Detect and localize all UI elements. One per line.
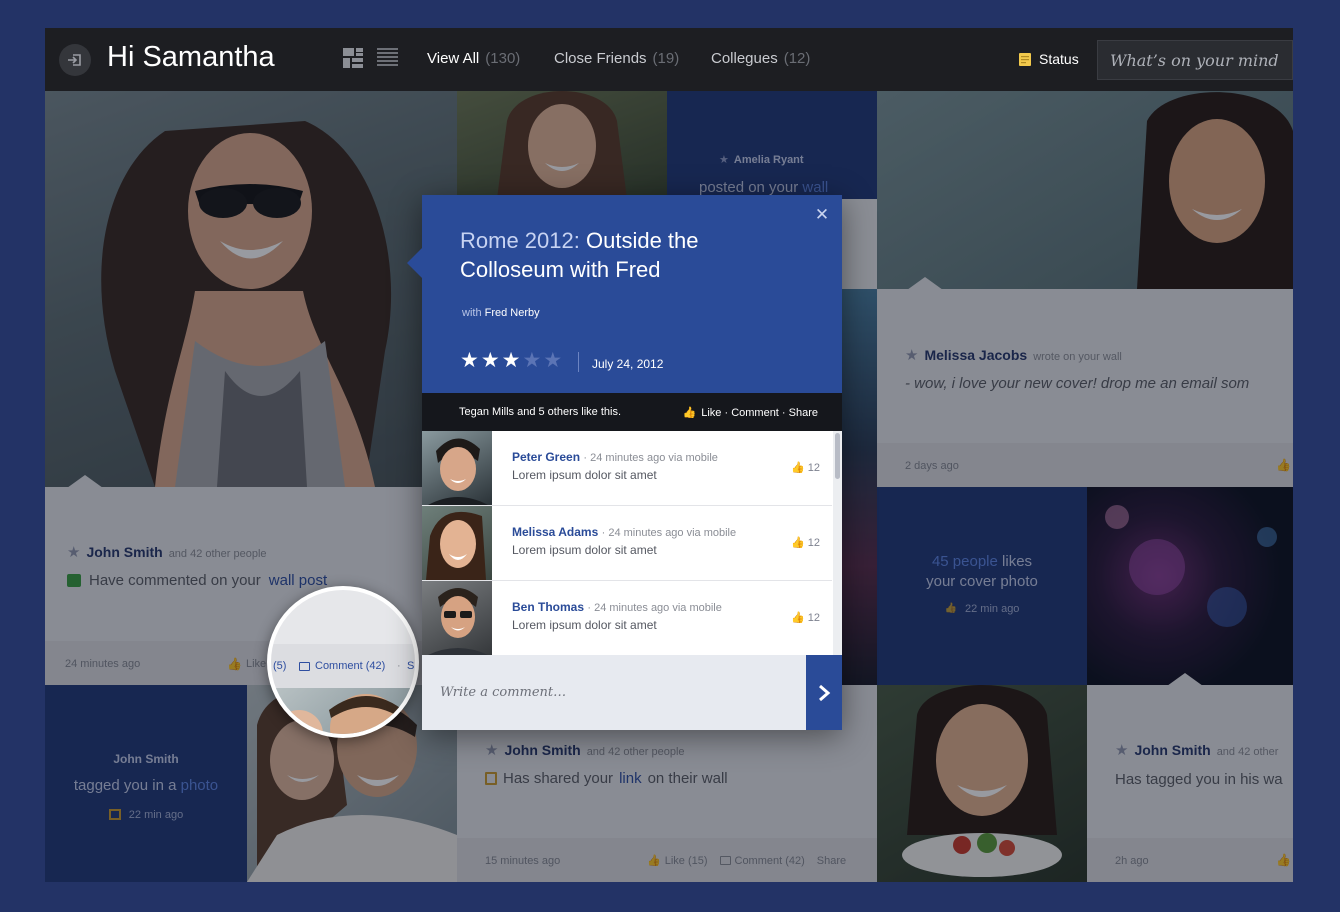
greeting-title: Hi Samantha bbox=[107, 41, 275, 73]
lens-footer: (5) Comment (42) · Sh bbox=[271, 644, 415, 688]
star-empty-icon[interactable]: ★ bbox=[543, 350, 562, 372]
app-window: Hi Samantha View All (130) Close Friends (… bbox=[45, 28, 1293, 882]
with-label: with bbox=[462, 307, 482, 319]
scrollbar-thumb[interactable] bbox=[835, 433, 840, 479]
grid-view-icon[interactable] bbox=[343, 48, 363, 68]
tab-view-all[interactable]: View All (130) bbox=[427, 50, 520, 67]
lens-like-count: (5) bbox=[273, 660, 287, 672]
comment-item: Peter Green · 24 minutes ago via mobile … bbox=[422, 431, 832, 506]
likes-bar: Tegan Mills and 5 others like this. 👍 Li… bbox=[422, 393, 842, 431]
comments-list: Peter Green · 24 minutes ago via mobile … bbox=[422, 431, 842, 655]
comment-header: Melissa Adams · 24 minutes ago via mobil… bbox=[512, 525, 736, 539]
logout-icon bbox=[68, 54, 81, 66]
tab-colleagues[interactable]: Collegues (12) bbox=[711, 50, 810, 67]
commenter-name[interactable]: Melissa Adams bbox=[512, 525, 598, 539]
comment-item: Melissa Adams · 24 minutes ago via mobil… bbox=[422, 506, 832, 581]
photo-art bbox=[275, 694, 403, 734]
comment-label: Comment (42) bbox=[315, 660, 386, 672]
list-view-icon[interactable] bbox=[377, 48, 398, 68]
tab-close-friends[interactable]: Close Friends (19) bbox=[554, 50, 679, 67]
avatar-art bbox=[428, 588, 488, 655]
tab-label: Collegues bbox=[711, 50, 778, 67]
comment-text: Lorem ipsum dolor sit amet bbox=[512, 468, 657, 482]
comment-text: Lorem ipsum dolor sit amet bbox=[512, 543, 657, 557]
comment-input[interactable] bbox=[422, 655, 806, 730]
popup-pointer bbox=[407, 247, 423, 279]
comment-icon bbox=[299, 661, 310, 671]
lens-share: Sh bbox=[407, 660, 415, 672]
thumbs-up-icon: 👍 bbox=[791, 462, 805, 474]
comments-scrollbar[interactable] bbox=[833, 431, 842, 655]
avatar[interactable] bbox=[422, 506, 492, 580]
star-filled-icon[interactable]: ★ bbox=[460, 350, 479, 372]
top-bar: Hi Samantha View All (130) Close Friends (… bbox=[45, 28, 1293, 91]
photo-date: July 24, 2012 bbox=[592, 357, 664, 371]
thumbs-up-icon: 👍 bbox=[791, 537, 805, 549]
tab-count: (12) bbox=[783, 50, 811, 67]
star-filled-icon[interactable]: ★ bbox=[481, 350, 500, 372]
tab-label: Close Friends bbox=[554, 50, 647, 67]
lens-separator: · bbox=[397, 660, 401, 672]
lens-card-top bbox=[271, 590, 415, 644]
likes-summary[interactable]: Tegan Mills and 5 others like this. bbox=[459, 406, 621, 418]
comment-meta: · 24 minutes ago via mobile bbox=[583, 452, 718, 464]
lens-comment-button[interactable]: Comment (42) bbox=[299, 660, 385, 672]
lens-photo bbox=[271, 688, 415, 734]
status-button[interactable]: Status bbox=[1019, 51, 1079, 67]
comment-like-button[interactable]: 👍 12 bbox=[791, 461, 820, 475]
divider bbox=[578, 352, 579, 372]
photo-detail-popup: ✕ Rome 2012: Outside the Colloseum with … bbox=[407, 195, 842, 730]
close-icon[interactable]: ✕ bbox=[814, 206, 830, 223]
like-count: 12 bbox=[807, 611, 820, 624]
tab-label: View All bbox=[427, 50, 480, 67]
avatar-art bbox=[426, 511, 486, 580]
comment-meta: · 24 minutes ago via mobile bbox=[601, 527, 737, 539]
tab-count: (130) bbox=[485, 50, 521, 67]
comment-like-button[interactable]: 👍 12 bbox=[791, 611, 820, 625]
with-name[interactable]: Fred Nerby bbox=[485, 307, 540, 319]
magnifier-lens: (5) Comment (42) · Sh bbox=[267, 586, 419, 738]
like-count: 12 bbox=[807, 461, 820, 474]
like-count: 12 bbox=[807, 536, 820, 549]
star-rating[interactable]: ★ ★ ★ ★ ★ bbox=[460, 350, 562, 372]
star-filled-icon[interactable]: ★ bbox=[502, 350, 521, 372]
commenter-name[interactable]: Peter Green bbox=[512, 450, 580, 464]
popup-title: Rome 2012: Outside the Colloseum with Fr… bbox=[460, 226, 800, 284]
actions-label[interactable]: Like · Comment · Share bbox=[701, 407, 818, 419]
thumbs-up-icon: 👍 bbox=[682, 407, 697, 419]
title-album: Rome 2012: bbox=[460, 228, 580, 253]
comment-header: Ben Thomas · 24 minutes ago via mobile bbox=[512, 600, 722, 614]
comment-item: Ben Thomas · 24 minutes ago via mobile L… bbox=[422, 581, 832, 655]
note-icon bbox=[1019, 52, 1031, 66]
avatar[interactable] bbox=[422, 431, 492, 505]
chevron-right-icon bbox=[819, 684, 831, 701]
avatar[interactable] bbox=[422, 581, 492, 655]
status-label: Status bbox=[1039, 51, 1079, 67]
commenter-name[interactable]: Ben Thomas bbox=[512, 600, 584, 614]
status-input[interactable] bbox=[1097, 40, 1293, 80]
tab-count: (19) bbox=[652, 50, 680, 67]
logout-button[interactable] bbox=[59, 44, 91, 76]
comment-meta: · 24 minutes ago via mobile bbox=[587, 602, 722, 614]
avatar-art bbox=[428, 438, 488, 505]
thumbs-up-icon: 👍 bbox=[791, 612, 805, 624]
with-line: with Fred Nerby bbox=[462, 307, 540, 319]
popup-header: ✕ Rome 2012: Outside the Colloseum with … bbox=[422, 195, 842, 393]
popup-actions: 👍 Like · Comment · Share bbox=[682, 406, 818, 420]
comment-text: Lorem ipsum dolor sit amet bbox=[512, 618, 657, 632]
send-comment-button[interactable] bbox=[806, 655, 842, 730]
star-empty-icon[interactable]: ★ bbox=[522, 350, 541, 372]
comment-like-button[interactable]: 👍 12 bbox=[791, 536, 820, 550]
comment-header: Peter Green · 24 minutes ago via mobile bbox=[512, 450, 718, 464]
